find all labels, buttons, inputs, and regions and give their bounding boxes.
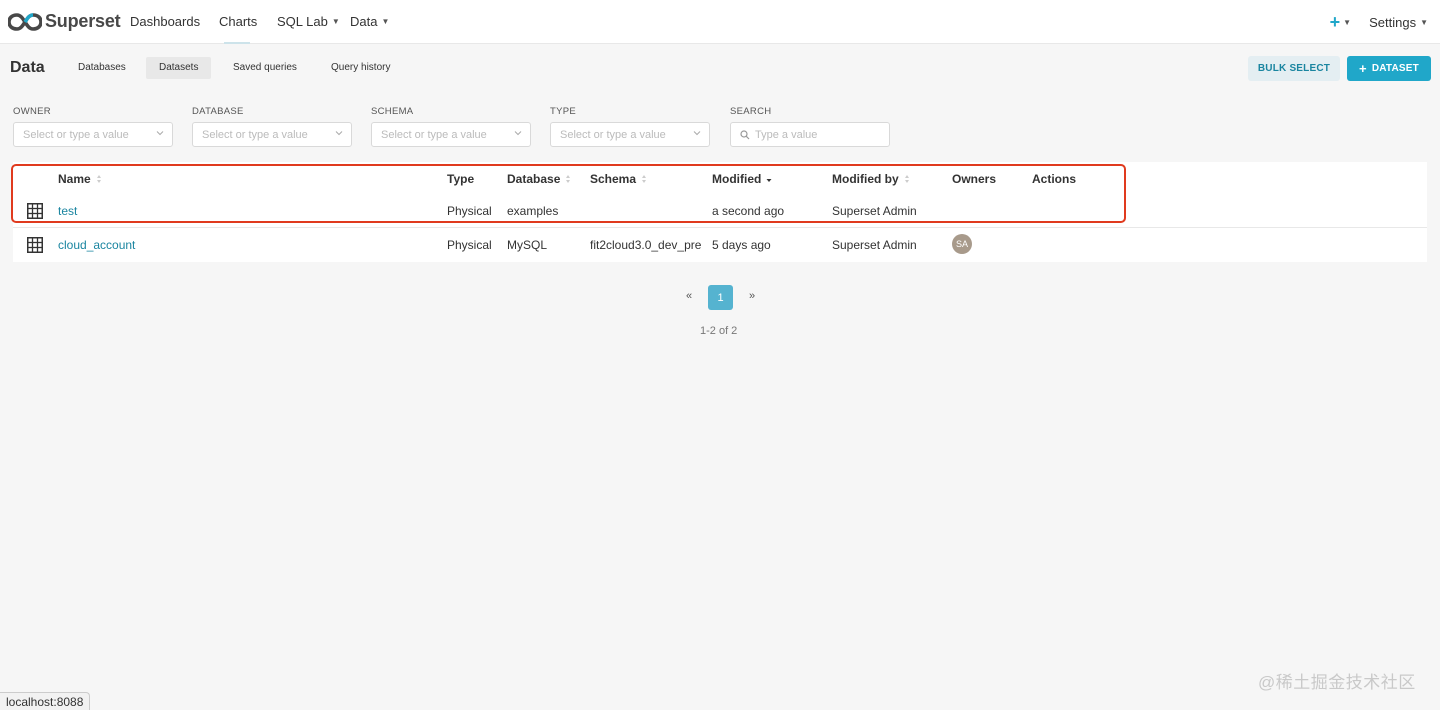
nav-sql-lab[interactable]: SQL Lab ▼ bbox=[277, 0, 340, 44]
tab-saved-queries[interactable]: Saved queries bbox=[220, 57, 310, 79]
nav-data-label: Data bbox=[350, 14, 378, 29]
caret-down-icon: ▼ bbox=[381, 17, 390, 26]
nav-charts[interactable]: Charts bbox=[219, 0, 257, 44]
schema-select[interactable]: Select or type a value bbox=[371, 122, 531, 147]
add-dataset-label: DATASET bbox=[1371, 63, 1419, 74]
bulk-select-label: BULK SELECT bbox=[1257, 63, 1331, 74]
dataset-modified: 5 days ago bbox=[712, 238, 771, 252]
tab-datasets[interactable]: Datasets bbox=[146, 57, 212, 79]
database-select[interactable]: Select or type a value bbox=[192, 122, 352, 147]
tab-databases[interactable]: Databases bbox=[65, 57, 139, 79]
column-header-actions: Actions bbox=[1032, 172, 1076, 186]
nav-charts-label: Charts bbox=[219, 14, 258, 29]
sort-descending-icon bbox=[766, 179, 772, 182]
settings-label: Settings bbox=[1369, 14, 1417, 30]
page-title: Data bbox=[10, 59, 45, 76]
plus-icon: + bbox=[1329, 11, 1341, 32]
filter-type-label: TYPE bbox=[550, 106, 577, 117]
column-header-name[interactable]: Name bbox=[58, 172, 102, 186]
column-header-modified[interactable]: Modified bbox=[712, 172, 772, 186]
datasets-table: Name Type Database Schema Modified Modif… bbox=[13, 162, 1427, 262]
search-icon bbox=[740, 129, 750, 139]
chevron-down-icon bbox=[156, 131, 164, 136]
watermark: @稀土掘金技术社区 bbox=[1258, 673, 1416, 692]
tab-query-history[interactable]: Query history bbox=[318, 57, 403, 79]
owner-avatar[interactable]: SA bbox=[952, 234, 972, 254]
filter-search: SEARCH Type a value bbox=[730, 106, 890, 147]
search-input-placeholder: Type a value bbox=[755, 128, 818, 141]
column-header-schema-label: Schema bbox=[590, 172, 637, 186]
sort-icon bbox=[96, 175, 101, 183]
owner-select-placeholder: Select or type a value bbox=[23, 128, 129, 141]
filter-schema: SCHEMA Select or type a value bbox=[371, 106, 531, 147]
settings-menu[interactable]: Settings ▼ bbox=[1369, 0, 1428, 44]
filter-owner-label: OWNER bbox=[13, 106, 51, 117]
plus-icon: + bbox=[1359, 61, 1367, 76]
superset-logo-icon bbox=[8, 12, 42, 31]
status-bar-url: localhost:8088 bbox=[0, 692, 91, 710]
dataset-schema: fit2cloud3.0_dev_pre bbox=[590, 238, 702, 252]
dataset-name-link[interactable]: cloud_account bbox=[58, 238, 135, 252]
column-header-database[interactable]: Database bbox=[507, 172, 571, 186]
column-header-type: Type bbox=[447, 172, 474, 186]
schema-select-placeholder: Select or type a value bbox=[381, 128, 487, 141]
new-item-button[interactable]: + ▼ bbox=[1330, 12, 1351, 33]
column-header-modified-by[interactable]: Modified by bbox=[832, 172, 910, 186]
brand-logo[interactable]: Superset bbox=[8, 0, 121, 44]
sort-icon bbox=[642, 175, 647, 183]
nav-dashboards[interactable]: Dashboards bbox=[130, 0, 200, 44]
type-select-placeholder: Select or type a value bbox=[560, 128, 666, 141]
filter-search-label: SEARCH bbox=[730, 106, 772, 117]
nav-dashboards-label: Dashboards bbox=[130, 14, 201, 29]
caret-down-icon: ▼ bbox=[1343, 17, 1352, 27]
nav-sql-lab-label: SQL Lab bbox=[277, 14, 328, 29]
column-header-owners: Owners bbox=[952, 172, 996, 186]
add-dataset-button[interactable]: + DATASET bbox=[1347, 56, 1431, 81]
table-icon bbox=[27, 203, 43, 219]
brand-name: Superset bbox=[45, 11, 121, 31]
filter-database: DATABASE Select or type a value bbox=[192, 106, 352, 147]
database-select-placeholder: Select or type a value bbox=[202, 128, 308, 141]
column-header-type-label: Type bbox=[447, 172, 475, 186]
dataset-type: Physical bbox=[447, 204, 492, 218]
caret-down-icon: ▼ bbox=[331, 17, 340, 26]
chevron-down-icon bbox=[335, 131, 343, 136]
column-header-actions-label: Actions bbox=[1032, 172, 1077, 186]
pagination-summary: 1-2 of 2 bbox=[700, 325, 738, 337]
sort-icon bbox=[904, 175, 909, 183]
bulk-select-button[interactable]: BULK SELECT bbox=[1248, 56, 1340, 81]
dataset-modified: a second ago bbox=[712, 204, 785, 218]
dataset-database: MySQL bbox=[507, 238, 548, 252]
dataset-database: examples bbox=[507, 204, 559, 218]
column-header-owners-label: Owners bbox=[952, 172, 997, 186]
filter-owner: OWNER Select or type a value bbox=[13, 106, 173, 147]
top-navbar: Superset Dashboards Charts SQL Lab ▼ Dat… bbox=[0, 0, 1440, 44]
filter-database-label: DATABASE bbox=[192, 106, 244, 117]
row-divider bbox=[13, 227, 1427, 228]
column-header-schema[interactable]: Schema bbox=[590, 172, 647, 186]
dataset-modified-by: Superset Admin bbox=[832, 238, 917, 252]
owner-select[interactable]: Select or type a value bbox=[13, 122, 173, 147]
search-input[interactable]: Type a value bbox=[730, 122, 890, 147]
filter-type: TYPE Select or type a value bbox=[550, 106, 710, 147]
sub-header: Data Databases Datasets Saved queries Qu… bbox=[0, 44, 1440, 92]
chevron-down-icon bbox=[514, 131, 522, 136]
pagination-prev[interactable]: « bbox=[686, 290, 692, 302]
sort-icon bbox=[566, 175, 571, 183]
filter-schema-label: SCHEMA bbox=[371, 106, 414, 117]
dataset-modified-by: Superset Admin bbox=[832, 204, 917, 218]
pagination-page-1[interactable]: 1 bbox=[708, 285, 733, 310]
nav-data[interactable]: Data ▼ bbox=[350, 0, 389, 44]
column-header-name-label: Name bbox=[58, 172, 91, 186]
column-header-modified-by-label: Modified by bbox=[832, 172, 899, 186]
column-header-modified-label: Modified bbox=[712, 172, 762, 186]
caret-down-icon: ▼ bbox=[1420, 17, 1428, 27]
pagination-next[interactable]: » bbox=[749, 290, 755, 302]
dataset-type: Physical bbox=[447, 238, 492, 252]
column-header-database-label: Database bbox=[507, 172, 561, 186]
chevron-down-icon bbox=[693, 131, 701, 136]
type-select[interactable]: Select or type a value bbox=[550, 122, 710, 147]
table-icon bbox=[27, 237, 43, 253]
dataset-name-link[interactable]: test bbox=[58, 204, 77, 218]
